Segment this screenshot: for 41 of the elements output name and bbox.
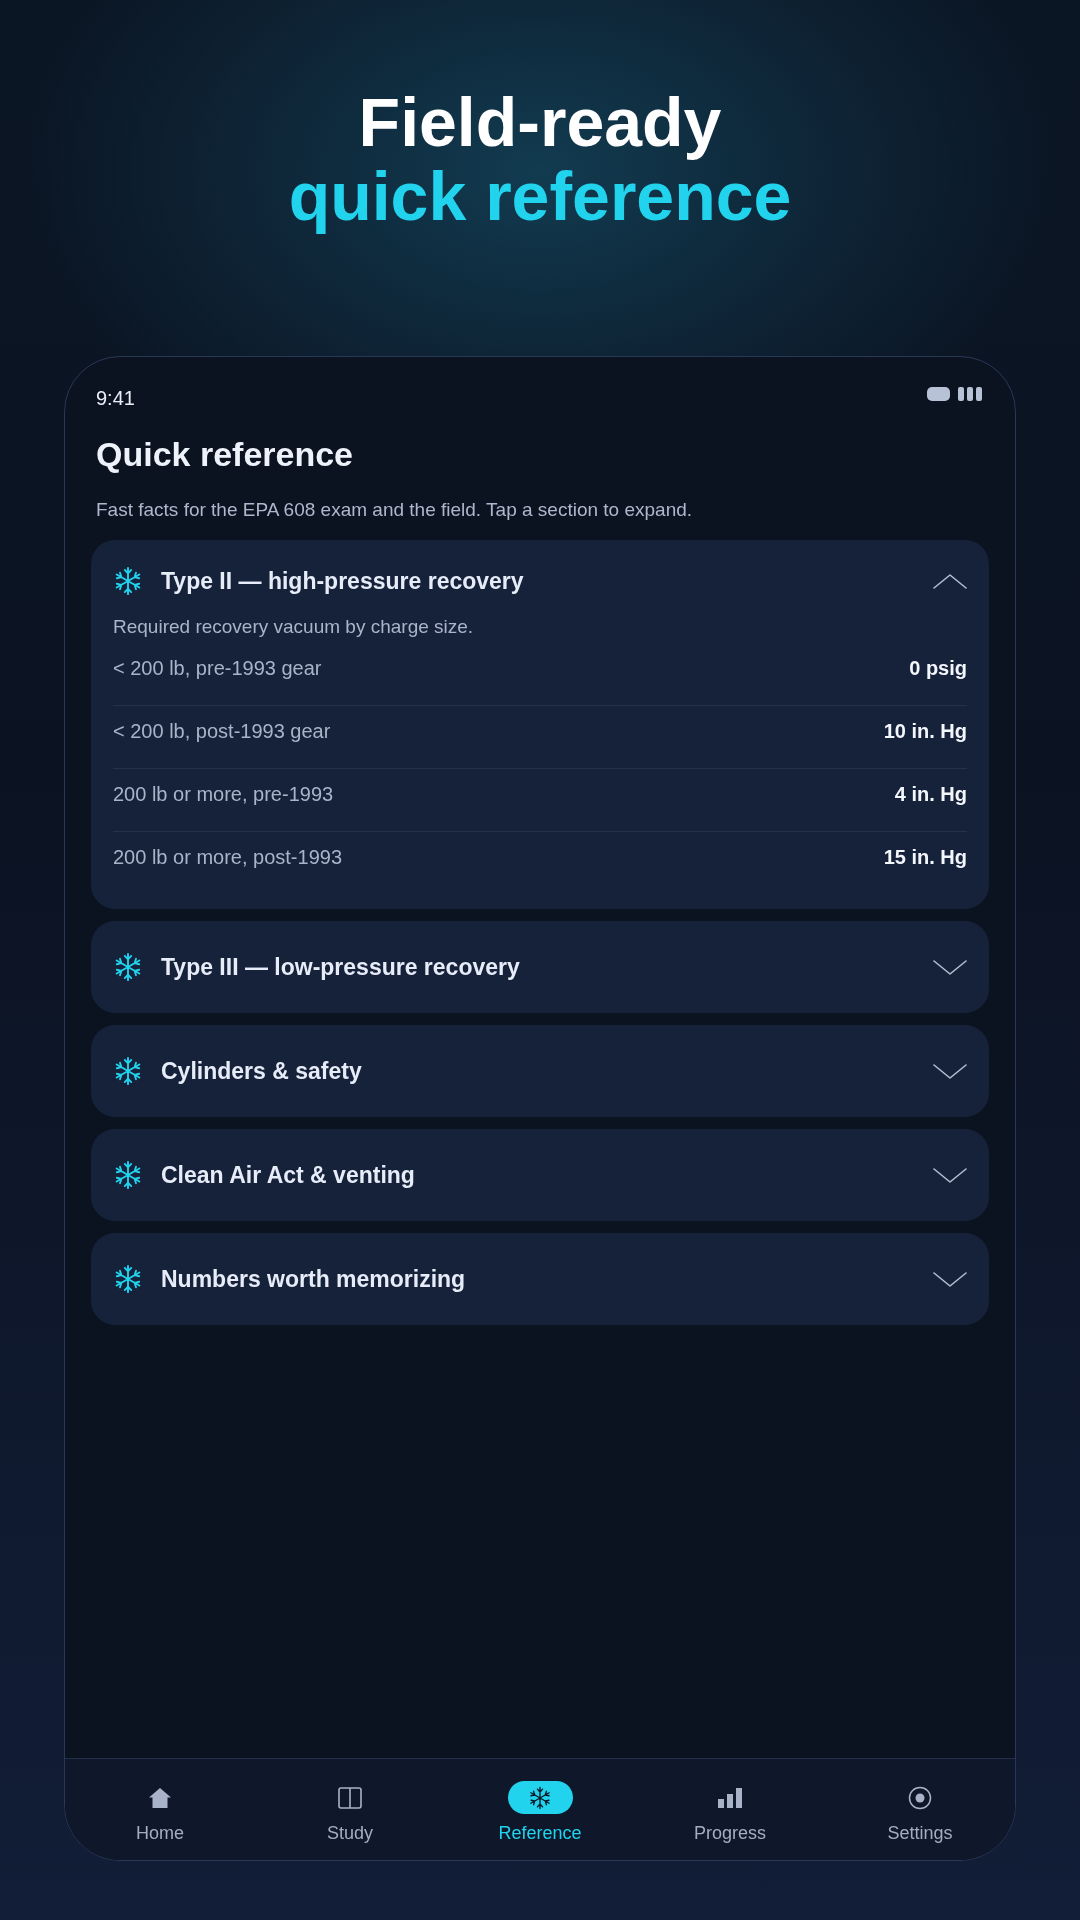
- bar-chart-icon: [718, 1787, 742, 1808]
- snowflake-icon: [113, 952, 143, 982]
- battery-icon: [927, 387, 950, 401]
- hero-title-line: quick reference: [288, 159, 792, 233]
- section-title[interactable]: Numbers worth memorizing: [161, 1264, 466, 1294]
- section-title[interactable]: Clean Air Act & venting: [161, 1160, 415, 1190]
- ring-dot-icon: [908, 1785, 932, 1810]
- row-label: < 200 lb, post-1993 gear: [113, 719, 331, 744]
- hero-title-line: Field-ready: [358, 85, 722, 159]
- chevron-down-icon[interactable]: [933, 1166, 967, 1184]
- split-panel-icon: [338, 1786, 362, 1809]
- tab-button[interactable]: Home: [136, 1781, 184, 1860]
- screen-description: Fast facts for the EPA 608 exam and the field. Tap a section to expand.: [96, 498, 694, 522]
- snowflake-icon: [113, 566, 143, 596]
- row-label: 200 lb or more, pre-1993: [113, 782, 334, 807]
- tab-button[interactable]: Progress: [694, 1781, 766, 1860]
- row-label: < 200 lb, pre-1993 gear: [113, 656, 322, 681]
- tab-button[interactable]: Settings: [887, 1781, 953, 1860]
- row-value: 4 in. Hg: [894, 782, 967, 807]
- row-value: 15 in. Hg: [883, 845, 967, 870]
- section-title[interactable]: Type III — low-pressure recovery: [161, 952, 520, 982]
- section-title[interactable]: Type II — high-pressure recovery: [161, 566, 524, 596]
- snowflake-icon: [113, 1264, 143, 1294]
- home-icon: [148, 1786, 172, 1809]
- tab-button[interactable]: Reference: [498, 1781, 582, 1860]
- chevron-up-icon[interactable]: [933, 572, 967, 590]
- row-label: 200 lb or more, post-1993: [113, 845, 343, 870]
- section-note: Required recovery vacuum by charge size.: [113, 615, 475, 639]
- chevron-down-icon[interactable]: [933, 1062, 967, 1080]
- section-title[interactable]: Cylinders & safety: [161, 1056, 362, 1086]
- screen-title: Quick reference: [96, 434, 355, 475]
- row-value: 0 psig: [909, 656, 967, 681]
- status-time: 9:41: [96, 386, 135, 411]
- row-value: 10 in. Hg: [883, 719, 967, 744]
- chevron-down-icon[interactable]: [933, 958, 967, 976]
- snowflake-icon: [113, 1160, 143, 1190]
- signal-bars-icon: [958, 387, 982, 401]
- tab-button[interactable]: Study: [327, 1781, 373, 1860]
- chevron-down-icon[interactable]: [933, 1270, 967, 1288]
- snowflake-icon: [507, 1781, 573, 1814]
- snowflake-icon: [113, 1056, 143, 1086]
